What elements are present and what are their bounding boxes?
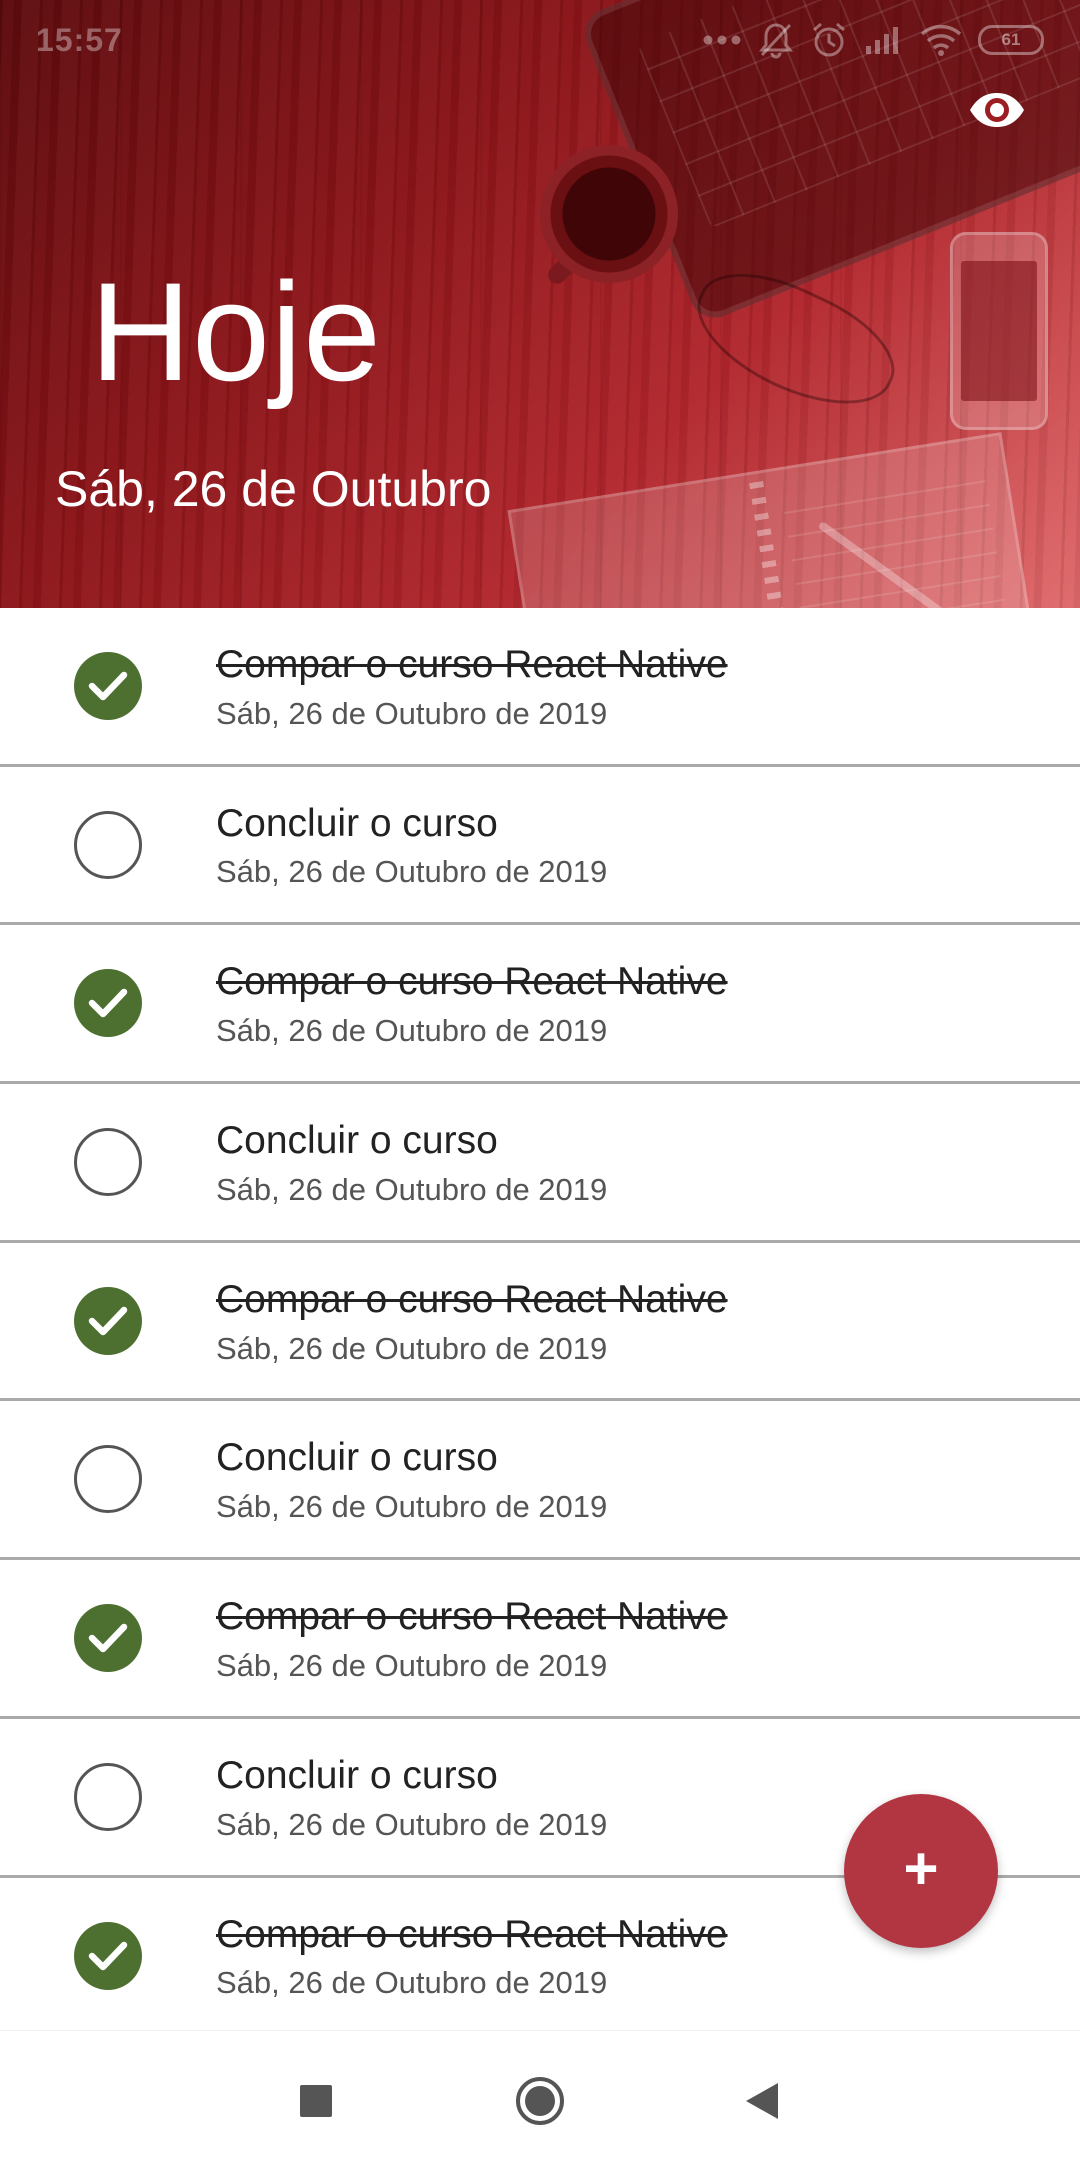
- bell-off-icon: [758, 21, 794, 59]
- task-item[interactable]: Concluir o curso Sáb, 26 de Outubro de 2…: [0, 1401, 1080, 1561]
- task-done-check[interactable]: [74, 651, 142, 720]
- battery-level: 61: [1001, 30, 1021, 49]
- task-date: Sáb, 26 de Outubro de 2019: [216, 854, 608, 890]
- task-text: Concluir o curso Sáb, 26 de Outubro de 2…: [216, 801, 607, 891]
- wifi-icon: [920, 24, 962, 56]
- battery-icon: 61: [978, 25, 1044, 55]
- plus-icon: +: [903, 1835, 939, 1902]
- task-item[interactable]: Concluir o curso Sáb, 26 de Outubro de 2…: [0, 767, 1080, 926]
- check-icon: [88, 988, 128, 1018]
- task-date: Sáb, 26 de Outubro de 2019: [216, 1330, 608, 1366]
- task-title: Compar o curso React Native: [216, 960, 728, 1004]
- status-bar: 15:57 61: [0, 0, 1080, 80]
- task-item[interactable]: Compar o curso React Native Sáb, 26 de O…: [0, 1560, 1080, 1719]
- task-date: Sáb, 26 de Outubro de 2019: [216, 1965, 608, 2001]
- task-title: Compar o curso React Native: [216, 1595, 728, 1639]
- task-date: Sáb, 26 de Outubro de 2019: [216, 1013, 608, 1049]
- check-icon: [88, 1306, 128, 1335]
- task-done-check[interactable]: [74, 1922, 142, 1991]
- signal-icon: [864, 24, 904, 56]
- task-date: Sáb, 26 de Outubro de 2019: [216, 1647, 608, 1683]
- task-title: Compar o curso React Native: [216, 1912, 728, 1956]
- recent-apps-square-icon: [300, 2085, 332, 2117]
- task-title: Concluir o curso: [216, 1119, 498, 1163]
- task-item[interactable]: Compar o curso React Native Sáb, 26 de O…: [0, 1243, 1080, 1402]
- task-done-check[interactable]: [74, 1603, 142, 1672]
- task-text: Compar o curso React Native Sáb, 26 de O…: [216, 1277, 728, 1367]
- check-icon: [88, 1623, 128, 1653]
- page-date: Sáb, 26 de Outubro: [55, 461, 492, 517]
- task-item[interactable]: Compar o curso React Native Sáb, 26 de O…: [0, 925, 1080, 1085]
- task-text: Concluir o curso Sáb, 26 de Outubro de 2…: [216, 1118, 607, 1208]
- phone-decoration: [950, 232, 1048, 430]
- task-text: Compar o curso React Native Sáb, 26 de O…: [216, 642, 728, 732]
- task-text: Concluir o curso Sáb, 26 de Outubro de 2…: [216, 1753, 607, 1843]
- page-title: Hoje: [90, 253, 382, 410]
- status-time: 15:57: [36, 22, 123, 58]
- task-text: Compar o curso React Native Sáb, 26 de O…: [216, 1912, 728, 2002]
- task-title: Concluir o curso: [216, 801, 498, 845]
- screen: 15:57 61 Hoje Sáb, 26 de Outubro Compar …: [0, 0, 1080, 2160]
- back-triangle-icon: [746, 2083, 778, 2119]
- toggle-visibility-button[interactable]: [962, 82, 1032, 142]
- task-date: Sáb, 26 de Outubro de 2019: [216, 695, 608, 731]
- task-done-check[interactable]: [74, 969, 142, 1038]
- task-title: Compar o curso React Native: [216, 1277, 728, 1321]
- task-text: Compar o curso React Native Sáb, 26 de O…: [216, 959, 728, 1049]
- task-text: Concluir o curso Sáb, 26 de Outubro de 2…: [216, 1435, 607, 1525]
- back-button[interactable]: [732, 2071, 792, 2131]
- task-date: Sáb, 26 de Outubro de 2019: [216, 1806, 608, 1842]
- task-title: Concluir o curso: [216, 1753, 498, 1797]
- task-date: Sáb, 26 de Outubro de 2019: [216, 1489, 608, 1525]
- eye-icon: [968, 91, 1026, 134]
- task-pending-check[interactable]: [74, 1127, 142, 1196]
- check-icon: [88, 671, 128, 701]
- task-title: Compar o curso React Native: [216, 643, 728, 686]
- task-pending-check[interactable]: [74, 1762, 142, 1831]
- task-title: Concluir o curso: [216, 1436, 498, 1480]
- recent-apps-button[interactable]: [286, 2071, 346, 2131]
- task-date: Sáb, 26 de Outubro de 2019: [216, 1171, 608, 1207]
- home-circle-icon: [516, 2077, 564, 2125]
- task-item[interactable]: Concluir o curso Sáb, 26 de Outubro de 2…: [0, 1084, 1080, 1243]
- task-item[interactable]: Compar o curso React Native Sáb, 26 de O…: [0, 608, 1080, 767]
- task-done-check[interactable]: [74, 1286, 142, 1355]
- alarm-icon: [810, 21, 848, 59]
- add-task-button[interactable]: +: [844, 1794, 998, 1948]
- coffee-cup-decoration: [540, 145, 678, 283]
- task-pending-check[interactable]: [74, 1445, 142, 1514]
- task-text: Compar o curso React Native Sáb, 26 de O…: [216, 1594, 728, 1684]
- status-icons: 61: [702, 18, 1044, 62]
- navigation-bar: [0, 2030, 1080, 2160]
- more-dots-icon: [702, 34, 742, 46]
- check-icon: [88, 1942, 128, 1971]
- header-banner: 15:57 61 Hoje Sáb, 26 de Outubro: [0, 0, 1080, 608]
- home-button[interactable]: [510, 2071, 570, 2131]
- task-pending-check[interactable]: [74, 810, 142, 879]
